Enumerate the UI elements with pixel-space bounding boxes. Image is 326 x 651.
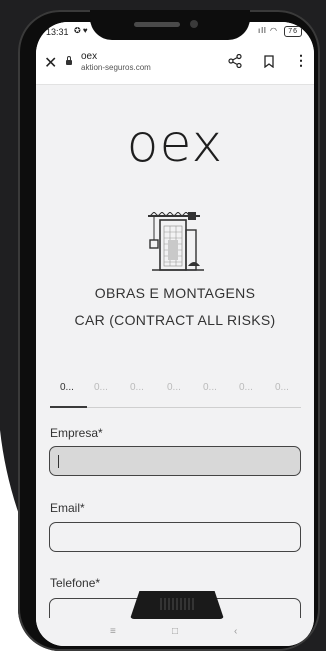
step-tab-3[interactable]: 0... <box>130 382 144 393</box>
recents-button[interactable]: ≡ <box>110 626 116 637</box>
close-icon[interactable]: ✕ <box>44 53 57 73</box>
share-icon[interactable] <box>228 54 242 68</box>
signal-icon: ıll <box>257 26 267 35</box>
wifi-icon: ◠ <box>269 26 278 35</box>
browser-url-bar: ✕ oex aktion-seguros.com ⋮ <box>36 44 314 85</box>
step-tab-2[interactable]: 0... <box>94 382 108 393</box>
text-cursor <box>58 455 59 468</box>
front-camera <box>190 20 198 28</box>
step-tabs: 0... 0... 0... 0... 0... 0... 0... <box>50 382 300 396</box>
step-tab-4[interactable]: 0... <box>167 382 181 393</box>
home-button[interactable]: □ <box>172 626 178 637</box>
product-subheading: CAR (CONTRACT ALL RISKS) <box>74 312 276 328</box>
brand-logo: oex <box>126 114 224 174</box>
step-tab-6[interactable]: 0... <box>239 382 253 393</box>
stand-handle <box>130 591 224 619</box>
stand-grip <box>160 598 194 610</box>
building-crane-icon <box>148 212 204 271</box>
step-tabs-divider <box>50 407 301 408</box>
company-label: Empresa* <box>50 426 103 440</box>
company-field[interactable] <box>49 446 301 476</box>
more-vert-icon[interactable]: ⋮ <box>294 52 308 69</box>
email-label: Email* <box>50 501 85 515</box>
page-title: oex <box>81 51 98 62</box>
battery-icon: 76 <box>284 26 302 37</box>
back-button[interactable]: ‹ <box>234 626 237 637</box>
phone-label: Telefone* <box>50 576 101 590</box>
product-heading: OBRAS E MONTAGENS <box>94 285 256 301</box>
speaker-grille <box>134 22 180 27</box>
lock-icon <box>66 56 72 65</box>
phone-screen: 13:31 ✪ ♥ ıll ◠ 76 ✕ oex aktion-seguros.… <box>36 22 314 646</box>
notification-icons: ✪ ♥ <box>74 26 88 35</box>
system-nav-bar: ≡ □ ‹ <box>36 618 314 646</box>
step-tab-1[interactable]: 0... <box>60 382 74 393</box>
status-time: 13:31 <box>46 27 69 37</box>
step-tab-5[interactable]: 0... <box>203 382 217 393</box>
step-tab-7[interactable]: 0... <box>275 382 289 393</box>
status-right: ıll ◠ 76 <box>258 26 302 37</box>
email-field[interactable] <box>49 522 301 552</box>
step-active-indicator <box>50 406 87 408</box>
camera-notch <box>90 10 250 40</box>
page-host[interactable]: aktion-seguros.com <box>81 63 151 72</box>
bookmark-icon[interactable] <box>264 55 274 68</box>
